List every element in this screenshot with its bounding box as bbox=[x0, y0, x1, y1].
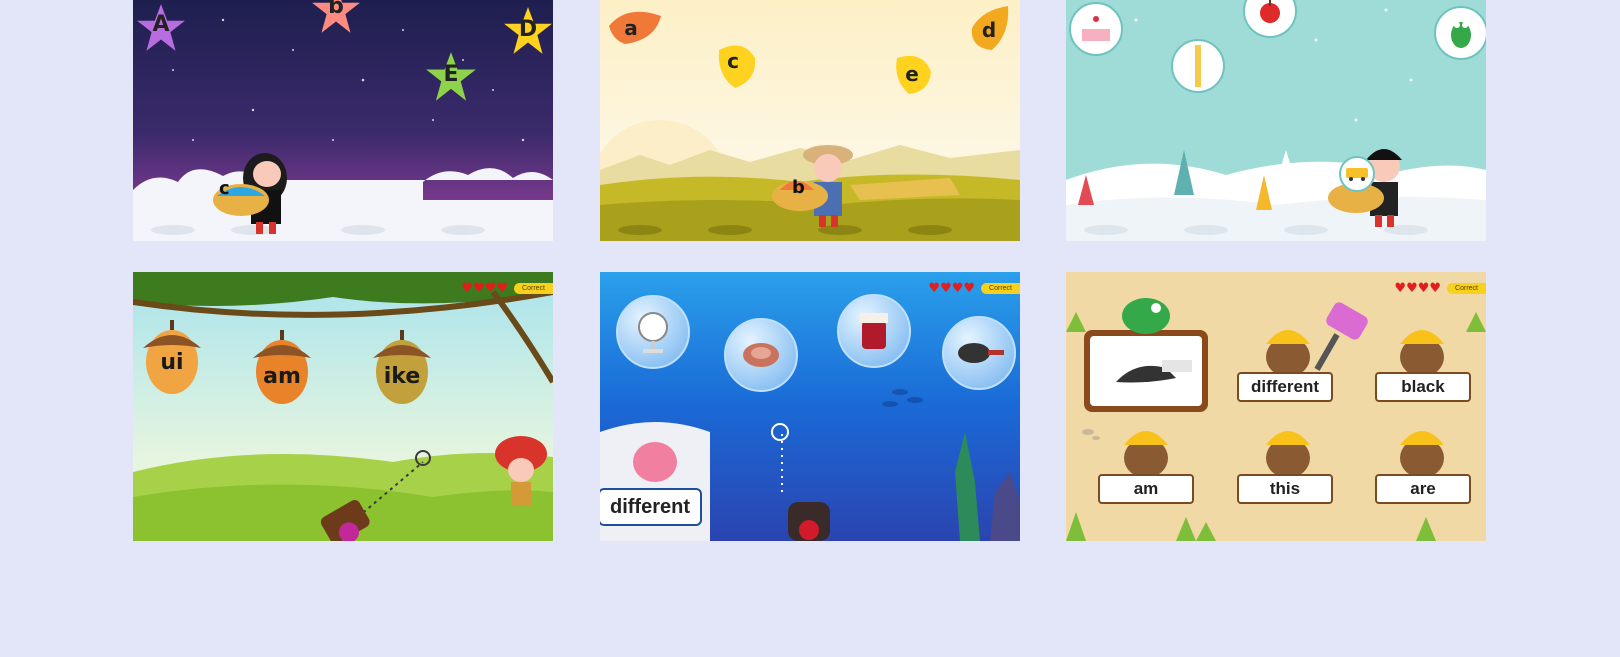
frying-pan-icon bbox=[958, 343, 1004, 363]
mole-word-card[interactable]: am bbox=[1098, 474, 1194, 504]
leaf-letter: e bbox=[905, 62, 919, 86]
item-bubble[interactable] bbox=[837, 294, 911, 368]
crocodile-icon bbox=[1451, 22, 1471, 48]
star-letter: D bbox=[518, 17, 538, 42]
mole-word-card[interactable]: black bbox=[1375, 372, 1471, 402]
star-letter: A bbox=[152, 12, 170, 37]
basket-letter: c bbox=[219, 178, 230, 199]
correct-badge: Correct bbox=[514, 283, 553, 294]
basket-letter: b bbox=[792, 177, 805, 198]
fan-icon bbox=[638, 312, 668, 353]
correct-badge: Correct bbox=[981, 283, 1020, 294]
correct-badge: Correct bbox=[1447, 283, 1486, 294]
game-tile-leaf-catch[interactable]: a c d e b bbox=[600, 0, 1020, 241]
night-sky-background bbox=[133, 0, 553, 241]
target-word-card: different bbox=[600, 488, 702, 526]
star-letter: E bbox=[443, 62, 459, 87]
hud: ♥♥♥♥ Correct bbox=[928, 282, 1020, 295]
mole-word-card[interactable]: different bbox=[1237, 372, 1333, 402]
game-tile-acorn-shooter[interactable]: ui am ike ♥♥♥♥ Correct bbox=[133, 272, 553, 541]
hud: ♥♥♥♥ Correct bbox=[461, 282, 553, 295]
game-tile-star-catch[interactable]: A b D E c bbox=[133, 0, 553, 241]
item-bubble[interactable] bbox=[616, 295, 690, 369]
forest-background bbox=[133, 272, 553, 541]
lives-hearts: ♥♥♥♥ bbox=[928, 281, 976, 296]
item-bubble[interactable] bbox=[942, 316, 1016, 390]
lives-hearts: ♥♥♥♥ bbox=[461, 281, 509, 296]
game-tile-snow-catch[interactable] bbox=[1066, 0, 1486, 241]
star-letter: b bbox=[328, 0, 344, 19]
hud: ♥♥♥♥ Correct bbox=[1394, 282, 1486, 295]
leaf-letter: d bbox=[981, 18, 997, 42]
lives-hearts: ♥♥♥♥ bbox=[1394, 281, 1442, 296]
leaf-letter: c bbox=[727, 49, 739, 73]
cake-icon bbox=[1082, 16, 1110, 41]
ham-icon bbox=[743, 343, 779, 367]
leaf-letter: a bbox=[624, 16, 638, 40]
ruler-icon bbox=[1195, 45, 1201, 87]
apple-icon bbox=[1260, 0, 1280, 23]
mole-word-card[interactable]: this bbox=[1237, 474, 1333, 504]
game-tile-whack-a-mole[interactable]: different black am this are ♥♥♥♥ Correct bbox=[1066, 272, 1486, 541]
acorn-label: ui bbox=[160, 350, 184, 375]
mole-word-card[interactable]: are bbox=[1375, 474, 1471, 504]
item-bubble[interactable] bbox=[1434, 6, 1486, 60]
game-tile-bubble-shooter[interactable]: different ♥♥♥♥ Correct bbox=[600, 272, 1020, 541]
item-bubble[interactable] bbox=[1069, 2, 1123, 56]
item-bubble[interactable] bbox=[724, 318, 798, 392]
acorn-label: am bbox=[263, 364, 301, 389]
basket-bubble bbox=[1339, 156, 1375, 192]
jam-jar-icon bbox=[860, 313, 888, 349]
bus-icon bbox=[1346, 168, 1368, 181]
acorn-label: ike bbox=[383, 364, 421, 389]
item-bubble[interactable] bbox=[1171, 39, 1225, 93]
